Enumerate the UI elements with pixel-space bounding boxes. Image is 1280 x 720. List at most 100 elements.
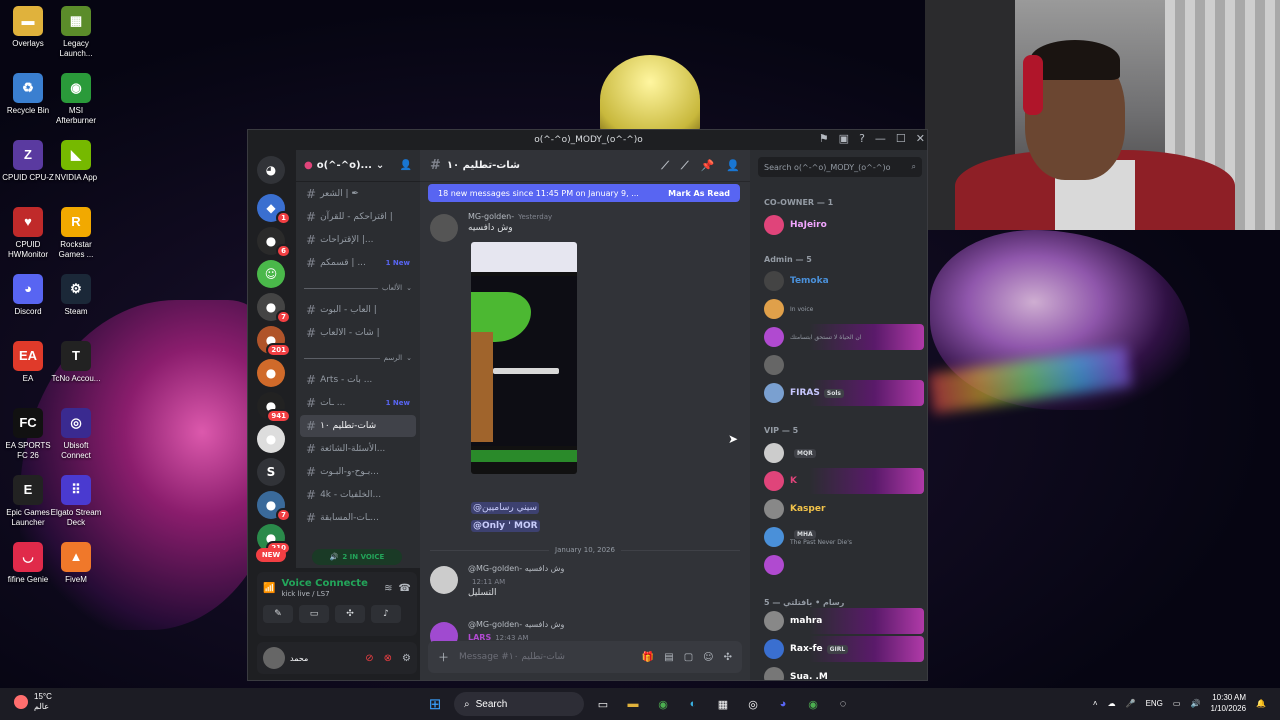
- server-icon[interactable]: ● 7: [257, 491, 291, 522]
- image-attachment[interactable]: [471, 242, 577, 474]
- notification-icon[interactable]: ⟋: [681, 159, 689, 173]
- file-explorer-icon[interactable]: ▬: [622, 693, 644, 715]
- close-button[interactable]: ✕: [916, 132, 925, 145]
- language-indicator[interactable]: ENG: [1146, 699, 1163, 708]
- new-messages-banner[interactable]: 18 new messages since 11:45 PM on Januar…: [428, 184, 740, 202]
- member-item[interactable]: MHA The Past Never Die's: [760, 524, 924, 550]
- server-icon[interactable]: ● 6: [257, 227, 291, 258]
- store-icon[interactable]: ▦: [712, 693, 734, 715]
- voice-channel[interactable]: kick live / LS7: [281, 590, 367, 598]
- app-icon[interactable]: ◎: [742, 693, 764, 715]
- discord-icon[interactable]: ◕: [772, 693, 794, 715]
- member-item[interactable]: [760, 352, 924, 378]
- threads-icon[interactable]: ⟋: [661, 159, 669, 173]
- category-header[interactable]: الألعاب ⌄: [304, 278, 412, 298]
- edge-icon[interactable]: ◐: [682, 693, 704, 715]
- taskbar-search[interactable]: ⌕ Search: [454, 692, 584, 716]
- server-icon[interactable]: ● 941: [257, 392, 291, 423]
- gif-icon[interactable]: ▤: [664, 652, 673, 663]
- desktop-icon[interactable]: ◣ NVIDIA App: [48, 140, 104, 183]
- channel-item[interactable]: # ـات ... 1 New: [300, 392, 416, 414]
- message-input[interactable]: Message #شات-تطليم ١٠: [459, 652, 632, 662]
- plus-icon[interactable]: ＋: [438, 649, 449, 665]
- mic-icon[interactable]: 🎤: [1126, 699, 1136, 708]
- channel-item[interactable]: # Arts - بات ...: [300, 369, 416, 391]
- deafen-icon[interactable]: ⊗: [384, 653, 392, 664]
- reply-reference[interactable]: @MG-golden- وش دافسيه: [468, 564, 740, 573]
- sticker-icon[interactable]: ▢: [684, 652, 693, 663]
- in-voice-pill[interactable]: 🔊 2 IN VOICE: [312, 549, 402, 565]
- message-author[interactable]: MG-golden-: [468, 212, 514, 221]
- desktop-icon[interactable]: R Rockstar Games ...: [48, 207, 104, 260]
- server-icon[interactable]: ☺: [257, 260, 285, 288]
- weather-widget[interactable]: 15°C عالم: [14, 692, 52, 712]
- screen-icon[interactable]: ▣: [839, 132, 849, 145]
- reply-reference[interactable]: @MG-golden- وش دافسيه: [468, 620, 740, 629]
- activities-button[interactable]: ✣: [335, 605, 365, 623]
- member-item[interactable]: K: [760, 468, 924, 494]
- desktop-icon[interactable]: ▲ FiveM: [48, 542, 104, 585]
- mention[interactable]: @سيني رساميين: [471, 502, 540, 514]
- camera-off-button[interactable]: ✎: [263, 605, 293, 623]
- soundboard-button[interactable]: ♪: [371, 605, 401, 623]
- member-item[interactable]: In voice: [760, 296, 924, 322]
- member-item[interactable]: Kasper: [760, 496, 924, 522]
- channel-item[interactable]: # ـات-المسابقة...: [300, 507, 416, 529]
- mention[interactable]: @Only ' MOR: [471, 520, 540, 532]
- avatar[interactable]: [263, 647, 285, 669]
- channel-item[interactable]: #4k - الخلفيات...: [300, 484, 416, 506]
- windows-start-icon[interactable]: ⊞: [424, 693, 446, 715]
- screen-share-button[interactable]: ▭: [299, 605, 329, 623]
- gear-icon[interactable]: ⚙: [402, 653, 411, 664]
- chrome-icon[interactable]: ◉: [802, 693, 824, 715]
- apps-icon[interactable]: ✣: [724, 652, 732, 663]
- help-icon[interactable]: ?: [859, 132, 865, 145]
- member-item[interactable]: HaJeiro: [760, 212, 924, 238]
- member-item[interactable]: Rax-fe GIRL: [760, 636, 924, 662]
- channel-item[interactable]: # الشعر | ✒: [300, 183, 416, 205]
- display-icon[interactable]: ▭: [1173, 699, 1181, 708]
- channel-item[interactable]: # الإقتراحات |...: [300, 229, 416, 251]
- task-view-icon[interactable]: ▭: [592, 693, 614, 715]
- member-item[interactable]: mahra: [760, 608, 924, 634]
- desktop-icon[interactable]: ▦ Legacy Launch...: [48, 6, 104, 59]
- channel-item[interactable]: # شات - الالعاب |: [300, 322, 416, 344]
- server-icon[interactable]: ● 201: [257, 326, 291, 357]
- maximize-button[interactable]: ☐: [896, 132, 906, 145]
- guild-header[interactable]: ● o(^-^o)... ⌄ 👤: [296, 150, 420, 182]
- minimize-button[interactable]: —: [875, 132, 886, 145]
- members-icon[interactable]: 👤: [726, 159, 740, 173]
- voice-status[interactable]: Voice Connecte: [281, 578, 367, 589]
- notification-bell-icon[interactable]: 🔔: [1256, 699, 1266, 708]
- member-item[interactable]: Temoka: [760, 268, 924, 294]
- server-icon[interactable]: ●: [257, 425, 285, 453]
- chrome-icon[interactable]: ◉: [652, 693, 674, 715]
- avatar[interactable]: [430, 214, 458, 242]
- inbox-icon[interactable]: ⚑: [819, 132, 829, 145]
- chevron-up-icon[interactable]: ˄: [1093, 699, 1098, 708]
- noise-icon[interactable]: ≋: [384, 583, 392, 594]
- avatar[interactable]: [430, 566, 458, 594]
- mic-muted-icon[interactable]: ⊘: [365, 653, 373, 664]
- member-item[interactable]: FIRAS Sols: [760, 380, 924, 406]
- gift-icon[interactable]: 🎁: [642, 652, 654, 663]
- volume-icon[interactable]: 🔊: [1190, 699, 1200, 708]
- desktop-icon[interactable]: ⠿ Elgato Stream Deck: [48, 475, 104, 528]
- server-icon[interactable]: ● 7: [257, 293, 291, 324]
- channel-item[interactable]: # شات-تطليم ١٠: [300, 415, 416, 437]
- server-icon[interactable]: ◆ 1: [257, 194, 291, 225]
- member-item[interactable]: [760, 552, 924, 578]
- server-icon[interactable]: S: [257, 458, 285, 486]
- desktop-icon[interactable]: T TcNo Accou...: [48, 341, 104, 384]
- discord-home-icon[interactable]: ◕: [257, 156, 285, 184]
- channel-item[interactable]: # اقتراحكم - للقرآن |: [300, 206, 416, 228]
- channel-item[interactable]: # العاب - البوت |: [300, 299, 416, 321]
- clock[interactable]: 10:30 AM 1/10/2026: [1210, 692, 1246, 714]
- new-badge[interactable]: NEW: [256, 548, 286, 562]
- mark-as-read-button[interactable]: Mark As Read: [668, 189, 730, 198]
- channel-item[interactable]: # بـوح-و-البـوت...: [300, 461, 416, 483]
- search-input[interactable]: Search o(^-^o)_MODY_(o^-^)o ⌕: [758, 157, 922, 177]
- disconnect-icon[interactable]: ☎: [399, 583, 411, 594]
- server-icon[interactable]: ●: [257, 359, 285, 387]
- member-item[interactable]: Sua. .M: [760, 664, 924, 680]
